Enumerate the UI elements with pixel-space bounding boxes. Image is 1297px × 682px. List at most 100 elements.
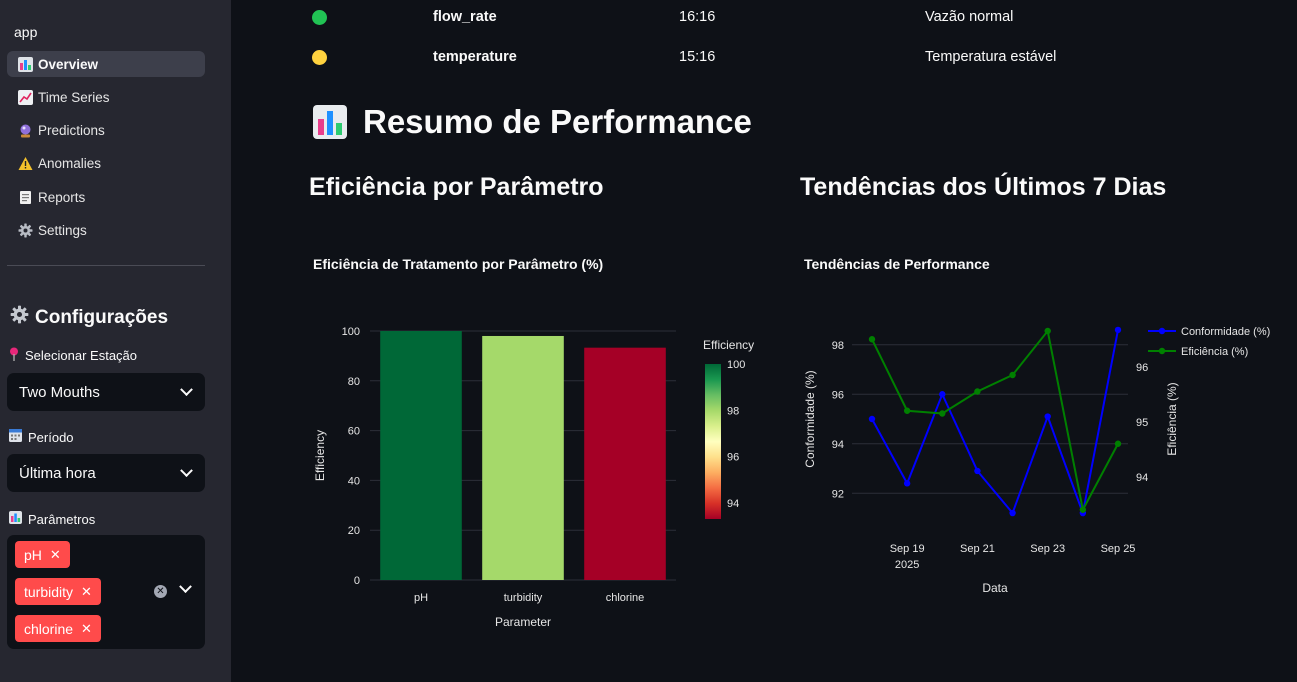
sidebar-divider xyxy=(7,265,205,266)
data-point xyxy=(1114,326,1122,334)
status-row: flow_rate 16:16 Vazão normal xyxy=(310,8,1270,28)
y-tick-label: 20 xyxy=(348,525,360,537)
nav-label: Time Series xyxy=(38,89,110,105)
station-label: Selecionar Estação xyxy=(9,347,137,364)
colorbar-tick-label: 96 xyxy=(727,452,739,464)
nav-item-settings[interactable]: Settings xyxy=(7,217,205,243)
nav-label: Reports xyxy=(38,189,86,205)
nav-label: Settings xyxy=(38,222,87,238)
data-point xyxy=(1079,506,1087,513)
app-label[interactable]: app xyxy=(14,24,37,40)
y-tick-label: 60 xyxy=(348,426,360,438)
param-tag-label: pH xyxy=(24,546,42,563)
nav-item-overview[interactable]: Overview xyxy=(7,51,205,77)
sidebar: app Overview Time Series Predictions Ano… xyxy=(0,0,231,682)
nav-item-reports[interactable]: Reports xyxy=(7,184,205,210)
y-tick-label: 80 xyxy=(348,376,360,388)
status-time: 15:16 xyxy=(679,49,716,65)
status-dot-green xyxy=(312,10,327,25)
bar-chart-icon xyxy=(313,105,347,139)
bar-chart-icon xyxy=(16,56,34,72)
remove-tag-icon[interactable]: ✕ xyxy=(81,584,92,600)
x-tick-label: Sep 19 xyxy=(890,543,925,555)
legend-label: Eficiência (%) xyxy=(1181,346,1248,358)
data-point xyxy=(868,415,876,423)
status-name: flow_rate xyxy=(433,9,497,25)
chevron-down-icon xyxy=(180,382,193,396)
colorbar-tick-label: 94 xyxy=(727,498,739,510)
data-point xyxy=(868,336,876,343)
data-point xyxy=(939,410,946,417)
data-point xyxy=(903,407,911,414)
status-message: Temperatura estável xyxy=(925,49,1057,65)
x-tick-label: turbidity xyxy=(504,592,543,604)
x-tick-label: Sep 21 xyxy=(960,543,995,555)
chevron-down-icon xyxy=(180,463,193,477)
period-label: Período xyxy=(9,429,74,445)
calendar-icon xyxy=(9,429,22,445)
page-title: Resumo de Performance xyxy=(363,103,752,140)
bar-chart-title: Eficiência de Tratamento por Parâmetro (… xyxy=(313,256,604,272)
params-label-text: Parâmetros xyxy=(28,511,96,527)
data-point xyxy=(974,467,981,475)
efficiency-bar-chart: 0 20 40 60 80 100 pH turbidity chlorine Parameter… xyxy=(313,326,754,629)
gear-icon xyxy=(16,222,34,238)
bar xyxy=(482,335,564,580)
nav-item-time-series[interactable]: Time Series xyxy=(7,84,205,110)
config-heading: Configurações xyxy=(10,305,168,330)
x-axis-label: Data xyxy=(982,581,1008,595)
param-tag-ph: pH ✕ xyxy=(15,541,70,568)
y2-tick-label: 96 xyxy=(1136,362,1148,374)
legend-label: Conformidade (%) xyxy=(1181,326,1270,338)
warning-icon xyxy=(16,156,34,172)
y-tick-label: 98 xyxy=(832,340,844,352)
status-name: temperature xyxy=(433,49,517,65)
data-point xyxy=(974,388,981,395)
remove-tag-icon[interactable]: ✕ xyxy=(81,621,92,637)
document-icon xyxy=(16,189,34,205)
colorbar-tick-label: 98 xyxy=(727,405,739,417)
data-point xyxy=(1009,371,1016,379)
x-tick-label: pH xyxy=(414,592,428,604)
status-dot-yellow xyxy=(312,50,327,65)
param-tag-chlorine: chlorine ✕ xyxy=(15,615,101,642)
y-tick-label: 92 xyxy=(832,488,844,500)
y2-tick-label: 95 xyxy=(1136,417,1148,429)
param-tag-label: chlorine xyxy=(24,620,74,637)
y-axis-label: Conformidade (%) xyxy=(803,370,817,467)
y-tick-label: 96 xyxy=(832,389,844,401)
period-select[interactable]: Última hora xyxy=(7,454,205,492)
y-tick-label: 0 xyxy=(354,575,360,587)
legend-marker xyxy=(1158,327,1166,335)
clear-all-icon[interactable]: ✕ xyxy=(154,585,167,598)
nav-item-predictions[interactable]: Predictions xyxy=(7,118,205,144)
sidebar-nav: Overview Time Series Predictions Anomali… xyxy=(7,51,205,251)
data-point xyxy=(1114,440,1122,447)
params-multiselect[interactable]: pH ✕ turbidity ✕ chlorine ✕ ✕ xyxy=(7,535,205,649)
data-point xyxy=(1044,413,1051,420)
trends-heading: Tendências dos Últimos 7 Dias xyxy=(800,173,1167,201)
station-value: Two Mouths xyxy=(19,383,100,401)
crystal-ball-icon xyxy=(16,123,34,139)
nav-label: Predictions xyxy=(38,123,105,139)
station-select[interactable]: Two Mouths xyxy=(7,373,205,411)
gear-icon xyxy=(10,305,29,330)
data-point xyxy=(939,391,946,398)
station-label-text: Selecionar Estação xyxy=(25,348,138,363)
colorbar-tick-label: 100 xyxy=(727,359,745,371)
y-axis-label: Efficiency xyxy=(313,430,327,481)
remove-tag-icon[interactable]: ✕ xyxy=(50,547,61,563)
y2-axis-label: Eficiência (%) xyxy=(1165,382,1179,455)
data-point xyxy=(1044,327,1051,335)
status-row: temperature 15:16 Temperatura estável xyxy=(310,48,1270,68)
data-point xyxy=(1009,509,1016,517)
nav-item-anomalies[interactable]: Anomalies xyxy=(7,151,205,177)
y-tick-label: 94 xyxy=(832,439,844,451)
chevron-down-icon[interactable] xyxy=(179,580,192,594)
params-label: Parâmetros xyxy=(9,511,95,527)
x-tick-label: chlorine xyxy=(606,592,645,604)
bar xyxy=(584,347,666,580)
status-message: Vazão normal xyxy=(925,9,1014,25)
bar-chart-icon xyxy=(9,511,22,527)
colorbar-title: Efficiency xyxy=(703,338,754,352)
